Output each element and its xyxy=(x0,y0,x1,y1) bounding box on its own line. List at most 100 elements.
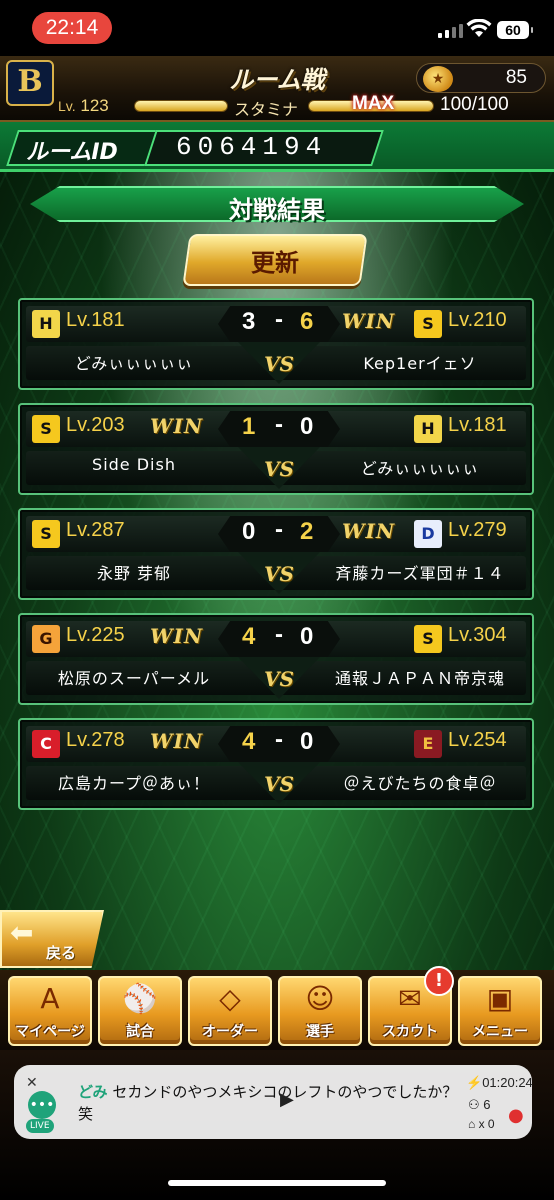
win-label: WIN xyxy=(150,729,204,753)
tigers-emblem-icon: H xyxy=(32,310,60,338)
back-arrow-icon[interactable]: ⬅ xyxy=(10,916,33,949)
left-player-level: Lv.181 xyxy=(66,309,125,331)
coin-count: 85 xyxy=(505,67,527,88)
left-player-level: Lv.225 xyxy=(66,624,125,646)
right-player-level: Lv.254 xyxy=(448,729,507,751)
right-player-level: Lv.279 xyxy=(448,519,507,541)
nav-label: メニュー xyxy=(472,1024,528,1040)
score-separator: - xyxy=(275,621,283,648)
right-score: 6 xyxy=(300,308,314,335)
gift-value: x 0 xyxy=(478,1117,495,1131)
right-player-level: Lv.210 xyxy=(448,309,507,331)
hawks-emblem-icon: S xyxy=(414,625,442,653)
close-icon[interactable]: ✕ xyxy=(26,1075,38,1091)
room-id-value: 6064194 xyxy=(176,132,328,162)
nav-button-5[interactable]: ✉ スカウト ! xyxy=(368,966,454,1046)
dragons-emblem-icon: D xyxy=(414,520,442,548)
right-score: 2 xyxy=(300,518,314,545)
stamina-value: 100/100 xyxy=(440,94,509,115)
score-separator: - xyxy=(275,726,283,753)
right-player-name: 通報ＪＡＰＡＮ帝京魂 xyxy=(334,669,505,688)
match-card[interactable]: C Lv.278 WIN 4 - 0 E Lv.254 広島カープ＠あぃ！ VS… xyxy=(18,718,534,810)
right-score: 0 xyxy=(300,728,314,755)
vs-label: VS xyxy=(264,457,294,481)
battery-icon: 60 xyxy=(497,21,533,39)
results-banner: 対戦結果 xyxy=(0,178,554,228)
field-icon: ◇ xyxy=(219,982,241,1015)
status-time[interactable]: 22:14 xyxy=(32,12,112,44)
back-button-label[interactable]: 戻る xyxy=(46,942,76,963)
right-player-level: Lv.304 xyxy=(448,624,507,646)
win-label: WIN xyxy=(342,309,396,333)
left-player-name: 松原のスーパーメル xyxy=(57,669,211,688)
match-card[interactable]: S Lv.287 0 - 2 WIN D Lv.279 永野 芽郁 VS 斉藤カ… xyxy=(18,508,534,600)
right-player-name: 斉藤カーズ軍団＃１４ xyxy=(335,564,505,583)
home-indicator[interactable] xyxy=(168,1180,386,1186)
level-value: 123 xyxy=(80,96,109,115)
match-card[interactable]: G Lv.225 WIN 4 - 0 S Lv.304 松原のスーパーメル VS… xyxy=(18,613,534,705)
nav-label: スカウト xyxy=(382,1024,438,1040)
left-player-level: Lv.203 xyxy=(66,414,125,436)
right-player-name: どみぃぃぃぃぃ xyxy=(360,459,480,478)
vs-label: VS xyxy=(264,562,294,586)
chat-bubble-icon: ••• xyxy=(28,1091,56,1119)
notification-badge: ! xyxy=(424,966,454,996)
results-title: 対戦結果 xyxy=(229,196,325,224)
level-prefix: Lv. xyxy=(58,98,76,114)
lightning-icon: ⚡ xyxy=(466,1075,483,1090)
nav-button-4[interactable]: ☺ 選手 xyxy=(278,976,362,1046)
gift-count: ⌂ x 0 xyxy=(468,1117,495,1131)
play-icon[interactable]: ▶ xyxy=(280,1089,294,1110)
refresh-button-label[interactable]: 更新 xyxy=(186,243,364,278)
coin-counter[interactable]: ★ 85 xyxy=(416,63,546,93)
left-player-level: Lv.287 xyxy=(66,519,125,541)
viewer-count: ⚇ 6 xyxy=(468,1097,491,1113)
match-card[interactable]: S Lv.203 WIN 1 - 0 H Lv.181 Side Dish VS… xyxy=(18,403,534,495)
nav-button-6[interactable]: ▣ メニュー xyxy=(458,976,542,1046)
gift-icon: ⌂ xyxy=(468,1117,476,1131)
giants-emblem-icon: G xyxy=(32,625,60,653)
nav-label: 試合 xyxy=(126,1024,154,1040)
coin-icon: ★ xyxy=(423,66,453,92)
nav-label: マイページ xyxy=(15,1024,85,1040)
vs-label: VS xyxy=(264,352,294,376)
nav-button-2[interactable]: ⚾ 試合 xyxy=(98,976,182,1046)
win-label: WIN xyxy=(342,519,396,543)
wifi-icon xyxy=(466,19,492,37)
live-comment-card[interactable]: ✕ ••• LIVE どみ セカンドのやつメキシコのレフトのやつでしたか？笑 ▶… xyxy=(14,1065,533,1139)
carp-emblem-icon: C xyxy=(32,730,60,758)
match-card[interactable]: H Lv.181 3 - 6 WIN S Lv.210 どみぃぃぃぃぃ VS K… xyxy=(18,298,534,390)
player-icon: ☺ xyxy=(305,982,335,1015)
viewer-icon: ⚇ xyxy=(468,1097,480,1112)
tigers-emblem-icon: H xyxy=(414,415,442,443)
comment-user: どみ xyxy=(78,1083,108,1101)
right-score: 0 xyxy=(300,413,314,440)
nav-button-1[interactable]: A マイページ xyxy=(8,976,92,1046)
left-score: 1 xyxy=(242,413,256,440)
eagles-emblem-icon: E xyxy=(414,730,442,758)
room-id-label: ルームID xyxy=(26,140,118,165)
left-score: 0 xyxy=(242,518,256,545)
left-player-name: Side Dish xyxy=(92,455,176,474)
player-level: Lv. 123 xyxy=(58,96,109,116)
comment-message: セカンドのやつメキシコのレフトのやつでしたか？笑 xyxy=(78,1083,458,1123)
experience-bar xyxy=(134,100,228,112)
viewer-value: 6 xyxy=(483,1097,491,1112)
right-player-name: ＠えびたちの食卓＠ xyxy=(343,774,497,793)
bottom-navigation: A マイページ ⚾ 試合 ◇ オーダー ☺ 選手 ✉ スカウト ! ▣ メニュー xyxy=(0,966,554,1050)
left-score: 4 xyxy=(242,623,256,650)
vs-label: VS xyxy=(264,772,294,796)
nav-button-3[interactable]: ◇ オーダー xyxy=(188,976,272,1046)
status-bar: 22:14 60 xyxy=(0,0,554,56)
stadium-icon: ⚾ xyxy=(122,982,158,1015)
microphone-icon[interactable]: ● xyxy=(508,1105,524,1126)
left-score: 4 xyxy=(242,728,256,755)
letter-a-icon: A xyxy=(40,982,60,1015)
game-header: B ルーム戦 ★ 85 Lv. 123 スタミナ MAX 100/100 xyxy=(0,56,554,122)
hawks-emblem-icon: S xyxy=(414,310,442,338)
win-label: WIN xyxy=(150,414,204,438)
right-player-name: Kep1erイェソ xyxy=(363,354,477,373)
elapsed-value: 01:20:24 xyxy=(482,1075,533,1090)
left-score: 3 xyxy=(242,308,256,335)
right-player-level: Lv.181 xyxy=(448,414,507,436)
